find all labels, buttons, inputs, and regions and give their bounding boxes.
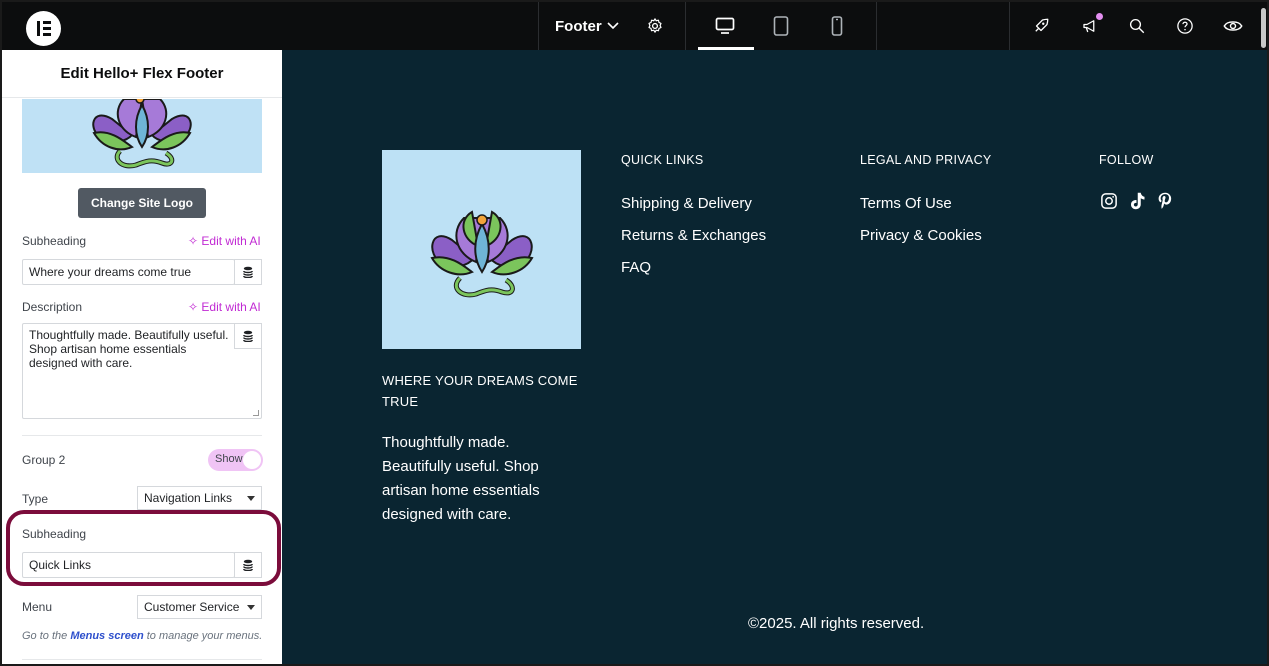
footer-link-returns[interactable]: Returns & Exchanges: [621, 227, 766, 244]
menus-screen-link[interactable]: Menus screen: [70, 630, 143, 642]
sparkle-icon: ✧: [188, 234, 199, 248]
description-label: Description: [22, 300, 83, 314]
footer-logo[interactable]: [382, 150, 581, 349]
instagram-icon[interactable]: [1098, 190, 1120, 212]
help-icon[interactable]: [1173, 14, 1197, 38]
ai-link-label: Edit with AI: [201, 300, 261, 314]
select-value: Navigation Links: [144, 491, 233, 505]
section-divider: [22, 435, 262, 436]
quick-links-heading: QUICK LINKS: [621, 153, 704, 167]
mobile-icon[interactable]: [825, 14, 849, 38]
follow-heading: FOLLOW: [1099, 153, 1154, 167]
divider: [1009, 2, 1010, 50]
dynamic-tags-button[interactable]: [234, 552, 262, 578]
menus-help-text: Go to the Menus screen to manage your me…: [22, 630, 262, 642]
chevron-down-icon[interactable]: [606, 18, 620, 32]
document-title[interactable]: Footer: [555, 18, 602, 35]
footer-link-faq[interactable]: FAQ: [621, 259, 651, 276]
help-prefix: Go to the: [22, 630, 71, 642]
footer-link-shipping[interactable]: Shipping & Delivery: [621, 195, 752, 212]
type-label: Type: [22, 492, 49, 506]
subheading-label: Subheading: [22, 234, 87, 248]
help-suffix: to manage your menus.: [143, 630, 263, 642]
app-window: Footer Edit Hello+ Flex Footer Change Si…: [0, 0, 1269, 666]
description-text: Thoughtfully made. Beautifully useful. S…: [29, 328, 229, 370]
scrollbar[interactable]: [1261, 8, 1266, 48]
group2-toggle[interactable]: Show: [208, 449, 263, 471]
subheading-input[interactable]: Where your dreams come true: [22, 259, 235, 285]
desktop-icon[interactable]: [713, 14, 737, 38]
caret-down-icon: [247, 496, 255, 501]
legal-heading: LEGAL AND PRIVACY: [860, 153, 992, 167]
pinterest-icon[interactable]: [1154, 190, 1176, 212]
description-textarea[interactable]: Thoughtfully made. Beautifully useful. S…: [22, 323, 262, 419]
preview-canvas: WHERE YOUR DREAMS COME TRUE Thoughtfully…: [282, 50, 1267, 664]
footer-subheading: WHERE YOUR DREAMS COME TRUE: [382, 373, 578, 409]
menu-label: Menu: [22, 600, 53, 614]
group2-label: Group 2: [22, 453, 66, 467]
database-icon: [243, 266, 253, 278]
top-bar: Footer: [2, 2, 1267, 50]
tiktok-icon[interactable]: [1126, 190, 1148, 212]
divider: [876, 2, 877, 50]
dynamic-tags-button[interactable]: [234, 323, 262, 349]
caret-down-icon: [247, 605, 255, 610]
database-icon: [243, 330, 253, 342]
site-logo-preview[interactable]: [22, 99, 262, 173]
notification-dot: [1096, 13, 1103, 20]
group-subheading-input[interactable]: Quick Links: [22, 552, 235, 578]
toggle-label: Show: [215, 453, 243, 465]
gear-icon[interactable]: [643, 14, 667, 38]
footer-link-privacy[interactable]: Privacy & Cookies: [860, 227, 982, 244]
divider: [538, 2, 539, 50]
editor-panel: Edit Hello+ Flex Footer Change Site Logo: [2, 50, 282, 664]
menu-select[interactable]: Customer Service: [137, 595, 262, 619]
dynamic-tags-button[interactable]: [234, 259, 262, 285]
edit-with-ai-link[interactable]: ✧ Edit with AI: [188, 300, 261, 314]
panel-title: Edit Hello+ Flex Footer: [2, 50, 282, 98]
rocket-icon[interactable]: [1029, 14, 1053, 38]
footer-description: Thoughtfully made. Beautifully useful. S…: [382, 434, 540, 523]
section-divider: [22, 659, 262, 660]
sparkle-icon: ✧: [188, 300, 199, 314]
footer-link-terms[interactable]: Terms Of Use: [860, 195, 952, 212]
resize-handle[interactable]: [253, 410, 259, 416]
tablet-icon[interactable]: [769, 14, 793, 38]
database-icon: [243, 559, 253, 571]
toggle-knob: [243, 451, 261, 469]
eye-icon[interactable]: [1221, 14, 1245, 38]
type-select[interactable]: Navigation Links: [137, 486, 262, 510]
divider: [685, 2, 686, 50]
search-icon[interactable]: [1125, 14, 1149, 38]
edit-with-ai-link[interactable]: ✧ Edit with AI: [188, 234, 261, 248]
select-value: Customer Service: [144, 600, 240, 614]
change-site-logo-button[interactable]: Change Site Logo: [78, 188, 206, 218]
lotus-logo-image: [92, 99, 192, 169]
group-subheading-label: Subheading: [22, 527, 87, 541]
copyright-text: ©2025. All rights reserved.: [748, 615, 925, 632]
lotus-logo-image: [429, 209, 534, 297]
elementor-logo-icon[interactable]: [26, 11, 61, 46]
ai-link-label: Edit with AI: [201, 234, 261, 248]
